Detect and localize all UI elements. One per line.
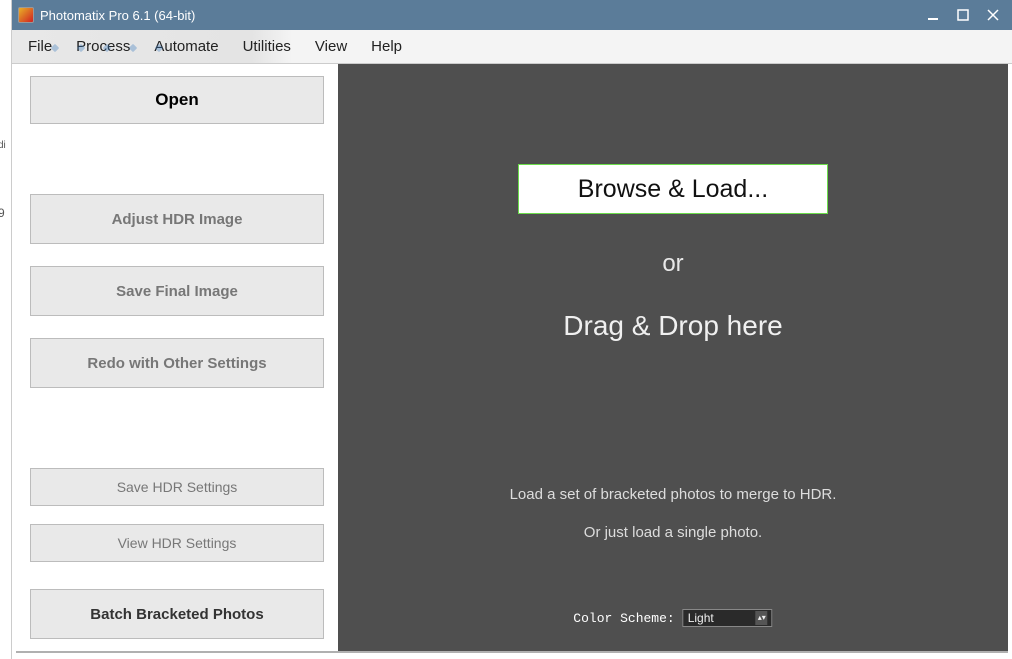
window-title: Photomatix Pro 6.1 (64-bit) xyxy=(40,8,195,23)
adjust-hdr-button[interactable]: Adjust HDR Image xyxy=(30,194,324,244)
drag-drop-label: Drag & Drop here xyxy=(563,310,782,342)
color-scheme-select[interactable]: Light ▴▾ xyxy=(683,609,773,627)
maximize-icon xyxy=(957,9,969,21)
open-button[interactable]: Open xyxy=(30,76,324,124)
menu-process[interactable]: Process xyxy=(76,38,130,55)
bg-text-fragment: 9 xyxy=(0,206,5,220)
minimize-button[interactable] xyxy=(924,6,942,24)
menu-view[interactable]: View xyxy=(315,38,347,55)
chevron-updown-icon: ▴▾ xyxy=(756,611,768,625)
color-scheme-control: Color Scheme: Light ▴▾ xyxy=(573,609,772,627)
minimize-icon xyxy=(927,9,939,21)
background-window-edge: di 9 xyxy=(0,0,12,659)
batch-bracketed-button[interactable]: Batch Bracketed Photos xyxy=(30,589,324,639)
app-icon xyxy=(18,7,34,23)
or-label: or xyxy=(662,250,683,278)
dropzone[interactable]: Browse & Load... or Drag & Drop here Loa… xyxy=(338,64,1008,651)
close-icon xyxy=(987,9,999,21)
watermark-artifact xyxy=(42,38,252,56)
view-hdr-settings-button[interactable]: View HDR Settings xyxy=(30,524,324,562)
maximize-button[interactable] xyxy=(954,6,972,24)
save-final-button[interactable]: Save Final Image xyxy=(30,266,324,316)
menu-help[interactable]: Help xyxy=(371,38,402,55)
titlebar[interactable]: Photomatix Pro 6.1 (64-bit) xyxy=(12,0,1012,30)
hint-single: Or just load a single photo. xyxy=(584,524,762,541)
sidebar: Open Adjust HDR Image Save Final Image R… xyxy=(16,64,338,651)
color-scheme-value: Light xyxy=(688,611,714,625)
content-area: Open Adjust HDR Image Save Final Image R… xyxy=(16,64,1008,653)
redo-settings-button[interactable]: Redo with Other Settings xyxy=(30,338,324,388)
menu-file[interactable]: File xyxy=(28,38,52,55)
app-window: Photomatix Pro 6.1 (64-bit) File Process… xyxy=(12,0,1012,659)
close-button[interactable] xyxy=(984,6,1002,24)
color-scheme-label: Color Scheme: xyxy=(573,611,674,626)
menu-utilities[interactable]: Utilities xyxy=(243,38,291,55)
bg-text-fragment: di xyxy=(0,140,6,151)
menubar: File Process Automate Utilities View Hel… xyxy=(12,30,1012,64)
save-hdr-settings-button[interactable]: Save HDR Settings xyxy=(30,468,324,506)
browse-load-button[interactable]: Browse & Load... xyxy=(518,164,828,214)
menu-automate[interactable]: Automate xyxy=(154,38,218,55)
hint-bracketed: Load a set of bracketed photos to merge … xyxy=(510,486,837,503)
